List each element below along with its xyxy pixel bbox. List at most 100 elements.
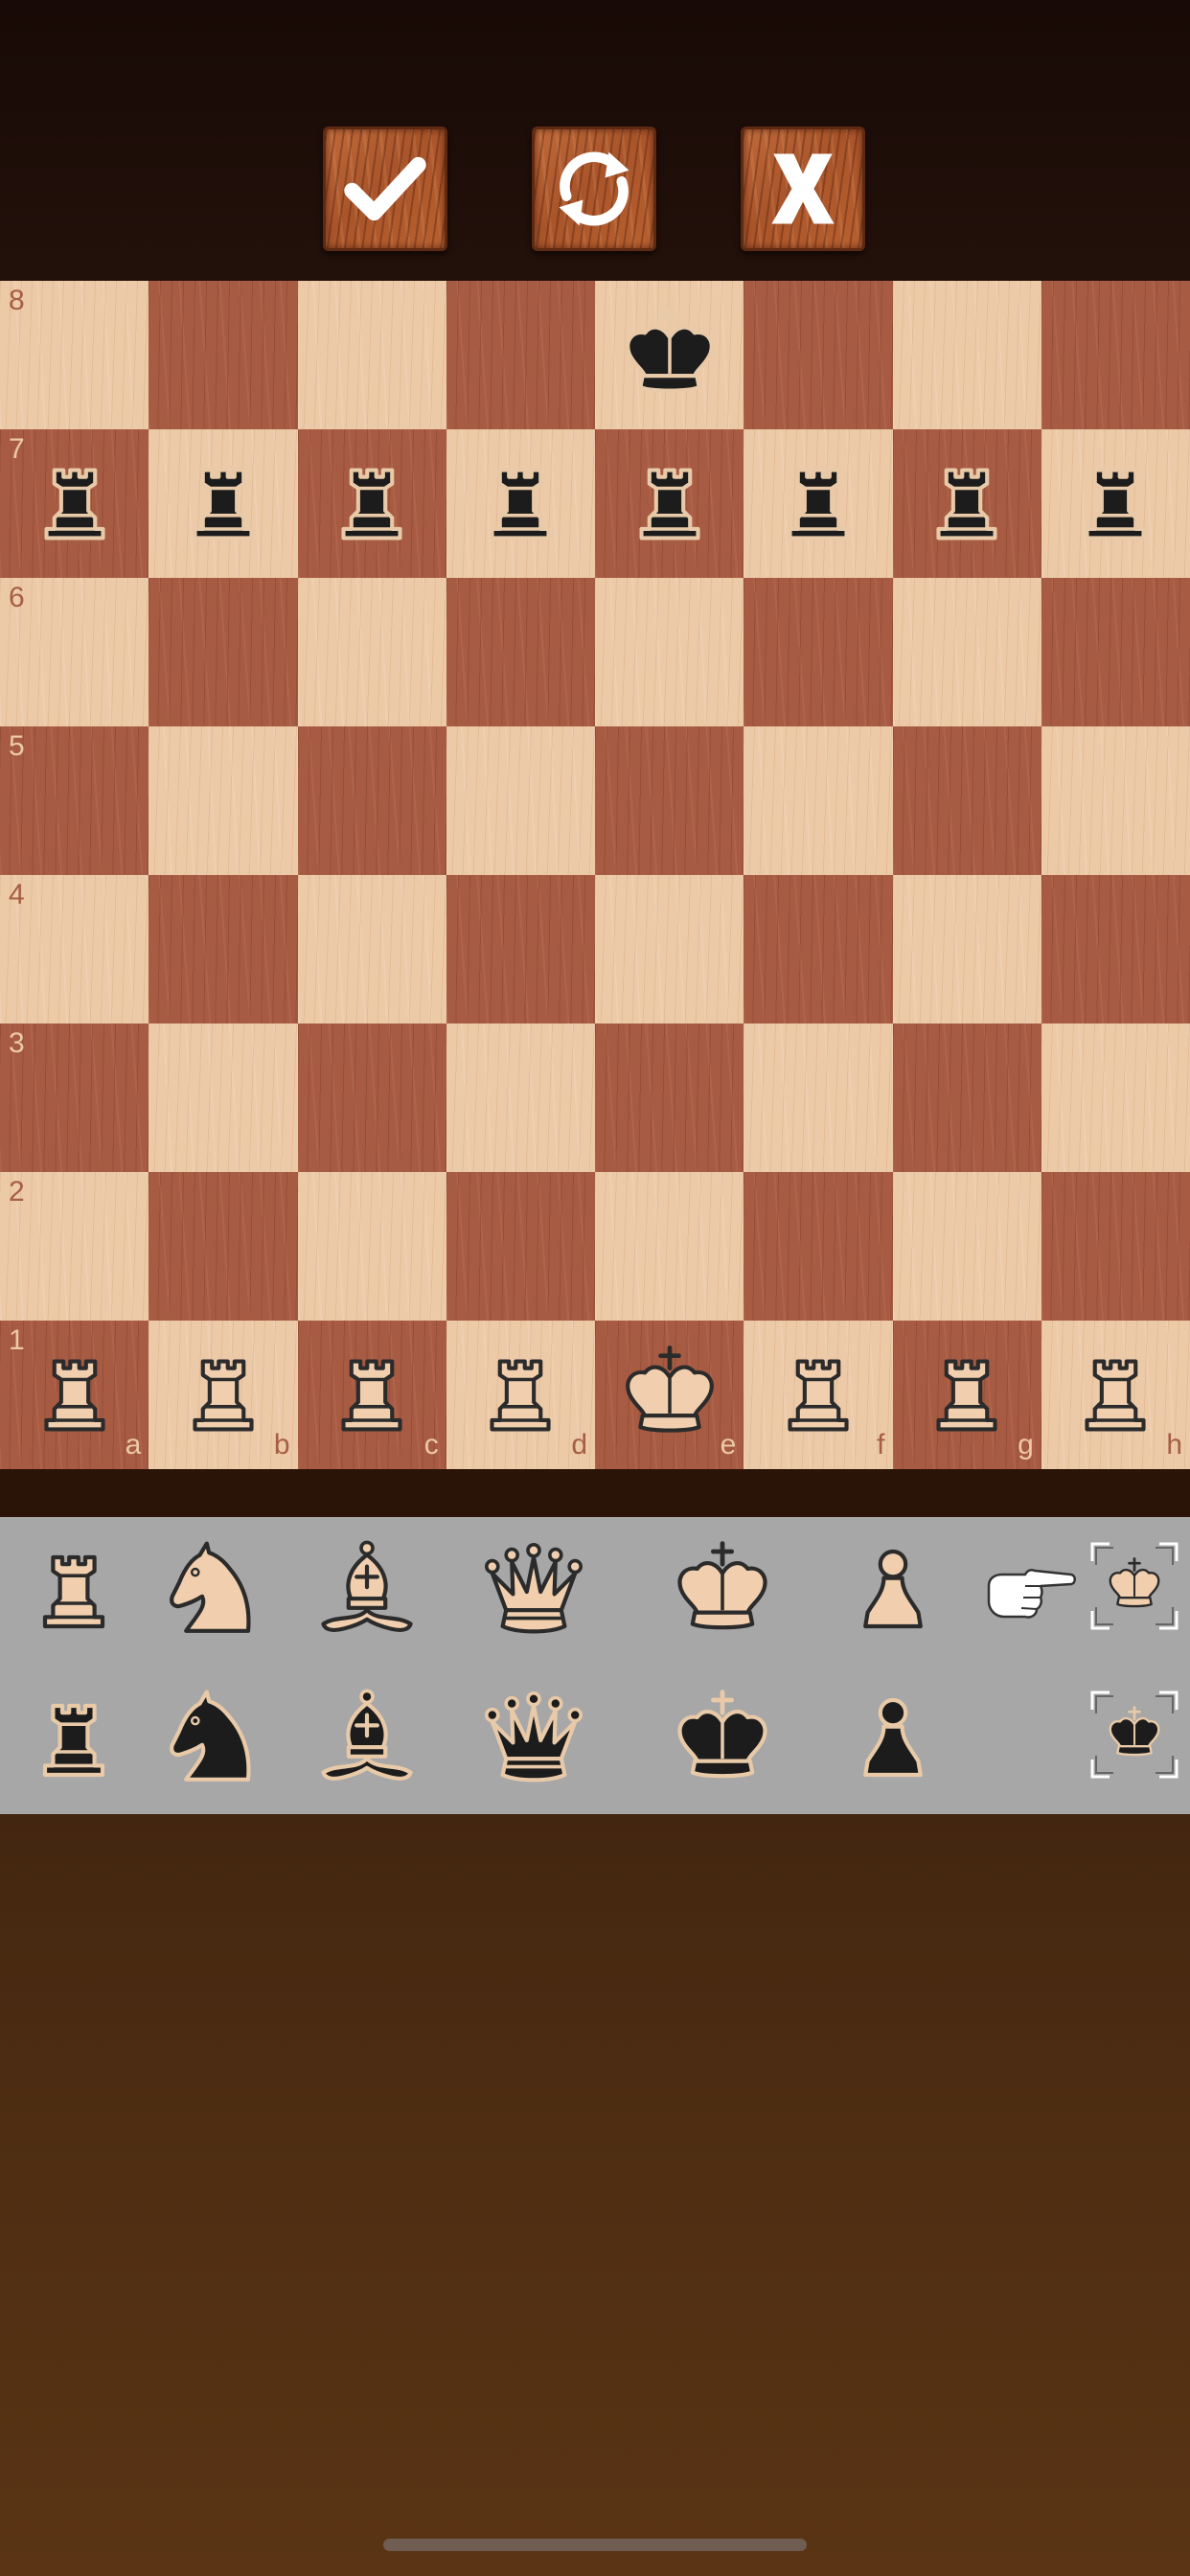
- square-b5[interactable]: [149, 726, 298, 875]
- white-knight-icon: [156, 1534, 271, 1649]
- square-b8[interactable]: [149, 281, 298, 429]
- square-f6[interactable]: [744, 578, 893, 726]
- square-c1[interactable]: c: [297, 1321, 446, 1469]
- square-g8[interactable]: [892, 281, 1041, 429]
- palette-white-bishop[interactable]: [309, 1534, 424, 1649]
- square-f8[interactable]: [744, 281, 893, 429]
- square-c2[interactable]: [297, 1172, 446, 1321]
- palette-black-king[interactable]: [665, 1683, 780, 1798]
- black-king-icon: [613, 299, 726, 412]
- black-rook-icon: [315, 448, 428, 561]
- rank-label: 1: [9, 1324, 25, 1356]
- square-g5[interactable]: [892, 726, 1041, 875]
- palette-white-queen[interactable]: [476, 1534, 591, 1649]
- rank-label: 7: [9, 433, 25, 465]
- square-e2[interactable]: [595, 1172, 744, 1321]
- square-e5[interactable]: [595, 726, 744, 875]
- square-d5[interactable]: [446, 726, 595, 875]
- palette-white-pawn[interactable]: [835, 1534, 950, 1649]
- square-a1[interactable]: 1a: [0, 1321, 149, 1469]
- palette-black-knight[interactable]: [156, 1683, 271, 1798]
- rotate-board-button[interactable]: [532, 126, 656, 251]
- square-b1[interactable]: b: [149, 1321, 298, 1469]
- cancel-button[interactable]: [741, 126, 865, 251]
- square-b7[interactable]: [149, 429, 298, 578]
- square-h5[interactable]: [1041, 726, 1190, 875]
- square-e1[interactable]: e: [595, 1321, 744, 1469]
- palette-black-pawn[interactable]: [835, 1683, 950, 1798]
- rank-label: 3: [9, 1027, 25, 1059]
- square-c8[interactable]: [297, 281, 446, 429]
- file-label: d: [571, 1429, 587, 1460]
- square-b6[interactable]: [149, 578, 298, 726]
- square-c5[interactable]: [297, 726, 446, 875]
- white-queen-icon: [476, 1534, 591, 1649]
- palette-white-king[interactable]: [665, 1534, 780, 1649]
- rank-label: 4: [9, 879, 25, 910]
- square-h6[interactable]: [1041, 578, 1190, 726]
- square-a3[interactable]: 3: [0, 1024, 149, 1172]
- square-g4[interactable]: [892, 875, 1041, 1024]
- square-d3[interactable]: [446, 1024, 595, 1172]
- square-h3[interactable]: [1041, 1024, 1190, 1172]
- square-h1[interactable]: h: [1041, 1321, 1190, 1469]
- square-f1[interactable]: f: [744, 1321, 893, 1469]
- square-d6[interactable]: [446, 578, 595, 726]
- file-label: e: [720, 1429, 737, 1460]
- rank-label: 2: [9, 1176, 25, 1208]
- confirm-button[interactable]: [323, 126, 447, 251]
- square-f4[interactable]: [744, 875, 893, 1024]
- square-d2[interactable]: [446, 1172, 595, 1321]
- palette-white-rook[interactable]: [16, 1534, 131, 1649]
- pointing-hand-icon: [987, 1568, 1076, 1619]
- black-rook-icon: [18, 448, 131, 561]
- white-rook-icon: [167, 1339, 280, 1452]
- square-b4[interactable]: [149, 875, 298, 1024]
- file-label: a: [125, 1429, 142, 1460]
- square-e3[interactable]: [595, 1024, 744, 1172]
- board-footer-strip: [0, 1469, 1190, 1517]
- square-d4[interactable]: [446, 875, 595, 1024]
- square-f2[interactable]: [744, 1172, 893, 1321]
- square-h7[interactable]: [1041, 429, 1190, 578]
- square-h4[interactable]: [1041, 875, 1190, 1024]
- square-c7[interactable]: [297, 429, 446, 578]
- square-d7[interactable]: [446, 429, 595, 578]
- square-f5[interactable]: [744, 726, 893, 875]
- square-a7[interactable]: 7: [0, 429, 149, 578]
- palette-black-rook[interactable]: [16, 1683, 131, 1798]
- square-a4[interactable]: 4: [0, 875, 149, 1024]
- square-h2[interactable]: [1041, 1172, 1190, 1321]
- square-f3[interactable]: [744, 1024, 893, 1172]
- square-e8[interactable]: [595, 281, 744, 429]
- square-e7[interactable]: [595, 429, 744, 578]
- square-g6[interactable]: [892, 578, 1041, 726]
- square-f7[interactable]: [744, 429, 893, 578]
- square-g7[interactable]: [892, 429, 1041, 578]
- square-g2[interactable]: [892, 1172, 1041, 1321]
- black-rook-icon: [762, 448, 875, 561]
- square-c6[interactable]: [297, 578, 446, 726]
- checkmark-icon: [344, 156, 426, 221]
- square-c3[interactable]: [297, 1024, 446, 1172]
- square-b3[interactable]: [149, 1024, 298, 1172]
- palette-black-queen[interactable]: [476, 1683, 591, 1798]
- square-e6[interactable]: [595, 578, 744, 726]
- white-side-selector[interactable]: [1090, 1542, 1179, 1630]
- square-a6[interactable]: 6: [0, 578, 149, 726]
- square-d1[interactable]: d: [446, 1321, 595, 1469]
- square-a5[interactable]: 5: [0, 726, 149, 875]
- square-c4[interactable]: [297, 875, 446, 1024]
- square-a2[interactable]: 2: [0, 1172, 149, 1321]
- square-h8[interactable]: [1041, 281, 1190, 429]
- palette-black-bishop[interactable]: [309, 1683, 424, 1798]
- square-a8[interactable]: 8: [0, 281, 149, 429]
- square-g1[interactable]: g: [892, 1321, 1041, 1469]
- square-d8[interactable]: [446, 281, 595, 429]
- white-rook-icon: [762, 1339, 875, 1452]
- square-g3[interactable]: [892, 1024, 1041, 1172]
- black-side-selector[interactable]: [1090, 1690, 1179, 1779]
- square-e4[interactable]: [595, 875, 744, 1024]
- square-b2[interactable]: [149, 1172, 298, 1321]
- palette-white-knight[interactable]: [156, 1534, 271, 1649]
